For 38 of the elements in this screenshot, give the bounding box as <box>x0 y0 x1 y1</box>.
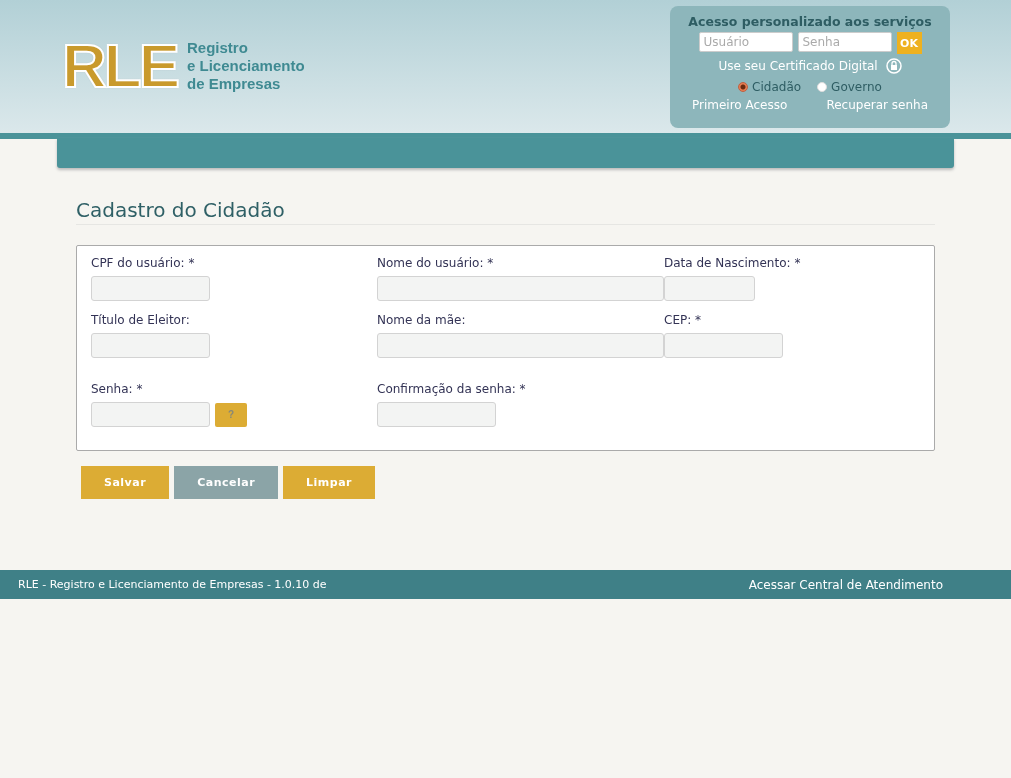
input-field[interactable] <box>664 276 755 301</box>
username-field[interactable]: Usuário <box>698 32 793 52</box>
form-button[interactable]: Cancelar <box>174 466 279 499</box>
field-label: Título de Eleitor: <box>91 313 191 327</box>
form-button[interactable]: Limpar <box>283 466 376 499</box>
field-label: CPF do usuário: * <box>91 256 196 270</box>
profile-radio[interactable]: Governo <box>817 80 882 94</box>
login-title: Acesso personalizado aos serviços <box>688 14 932 29</box>
input-field[interactable] <box>377 276 664 301</box>
field-label: Nome da mãe: <box>377 313 467 327</box>
input-field[interactable] <box>377 333 664 358</box>
certificate-link[interactable]: Use seu Certificado Digital <box>718 59 878 73</box>
form-button[interactable]: Salvar <box>81 466 170 499</box>
brand-text: e Licenciamento <box>187 56 305 75</box>
brand-text: de Empresas <box>187 74 282 93</box>
input-field[interactable] <box>91 276 210 301</box>
help-button[interactable]: ? <box>215 402 247 427</box>
brand-text: Registro <box>187 38 249 57</box>
footer-text: RLE - Registro e Licenciamento de Empresas - 1.0.10 de <box>18 578 327 591</box>
rle-logo: RLE <box>62 34 177 97</box>
radio-icon[interactable] <box>738 82 749 92</box>
input-field[interactable] <box>91 333 210 358</box>
field-label: Nome do usuário: * <box>377 256 495 270</box>
login-link[interactable]: Recuperar senha <box>826 98 928 112</box>
password-field[interactable]: Senha <box>797 32 892 52</box>
page-title: Cadastro do Cidadão <box>76 198 935 225</box>
input-field[interactable] <box>91 402 210 427</box>
input-field[interactable] <box>664 333 783 358</box>
field-label: Senha: * <box>91 382 144 396</box>
login-link[interactable]: Primeiro Acesso <box>692 98 788 112</box>
input-field[interactable] <box>377 402 496 427</box>
field-label: Confirmação da senha: * <box>377 382 527 396</box>
support-link[interactable]: Acessar Central de Atendimento <box>748 577 943 592</box>
field-label: Data de Nascimento: * <box>664 256 802 270</box>
ok-button[interactable]: OK <box>896 32 922 54</box>
lock-icon[interactable] <box>885 58 902 74</box>
profile-radio[interactable]: Cidadão <box>738 80 802 94</box>
field-label: CEP: * <box>664 313 703 327</box>
